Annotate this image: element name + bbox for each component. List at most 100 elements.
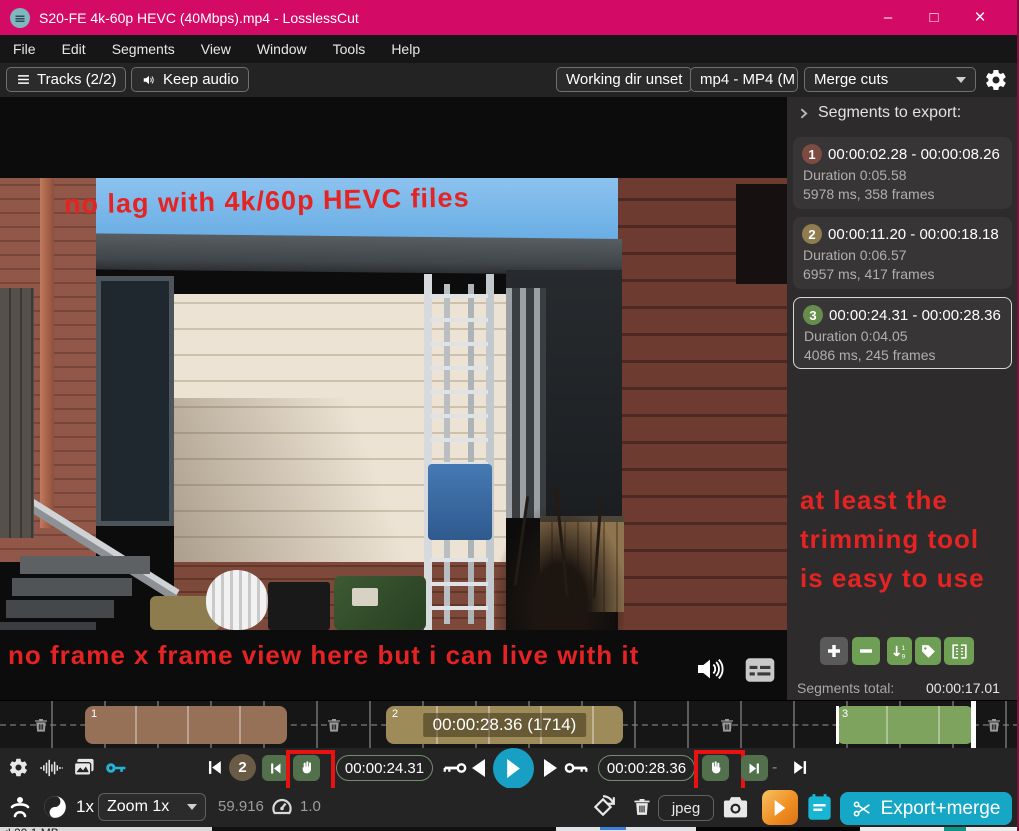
timeline-trash-icon[interactable] bbox=[326, 716, 342, 734]
playhead[interactable] bbox=[971, 701, 976, 749]
chevron-down-icon bbox=[187, 804, 197, 810]
jump-cut-start-button[interactable] bbox=[262, 755, 289, 781]
timeline-trash-icon[interactable] bbox=[33, 716, 49, 734]
segment-counter-badge[interactable]: 2 bbox=[229, 754, 256, 781]
tracks-button[interactable]: Tracks (2/2) bbox=[6, 67, 127, 92]
scissors-icon bbox=[853, 800, 870, 817]
keep-audio-label: Keep audio bbox=[163, 71, 239, 88]
key-right-icon[interactable] bbox=[564, 760, 590, 776]
label-segment-button[interactable] bbox=[915, 637, 941, 665]
speaker-icon bbox=[141, 73, 157, 87]
menu-edit[interactable]: Edit bbox=[49, 41, 99, 57]
minimize-button[interactable]: – bbox=[865, 0, 911, 35]
working-dir-label: Working dir unset bbox=[566, 71, 683, 88]
video-overlay-bottom-text: no frame x frame view here but i can liv… bbox=[8, 640, 640, 670]
segment-duration: Duration 0:05.58 bbox=[803, 167, 907, 183]
close-button[interactable]: × bbox=[957, 0, 1003, 35]
desktop-fragment bbox=[556, 827, 696, 831]
segments-header[interactable]: Segments to export: bbox=[797, 104, 961, 122]
camera-icon[interactable] bbox=[722, 795, 749, 819]
capture-format-button[interactable]: jpeg bbox=[658, 795, 714, 821]
rotate-icon[interactable] bbox=[590, 794, 616, 820]
bottom-toolbar: 1x Zoom 1x 59.916 1.0 jpeg Export+merge bbox=[0, 788, 1017, 827]
step-forward-icon[interactable] bbox=[543, 759, 557, 777]
menu-tools[interactable]: Tools bbox=[320, 41, 379, 57]
minus-icon bbox=[860, 649, 872, 653]
add-segment-button[interactable] bbox=[820, 637, 848, 665]
timeline-settings-gear-icon[interactable] bbox=[8, 757, 29, 778]
waveform-icon[interactable] bbox=[38, 759, 64, 777]
window-title: S20-FE 4k-60p HEVC (40Mbps).mp4 - Lossle… bbox=[39, 9, 359, 26]
tracks-label: Tracks (2/2) bbox=[37, 71, 117, 88]
scene-left-fence bbox=[0, 288, 34, 538]
person-icon[interactable] bbox=[8, 795, 32, 819]
invert-segments-button[interactable] bbox=[944, 637, 974, 665]
svg-text:1: 1 bbox=[902, 645, 906, 652]
step-back-icon[interactable] bbox=[472, 759, 486, 777]
segment-card-2[interactable]: 2 00:00:11.20 - 00:00:18.18 Duration 0:0… bbox=[793, 217, 1012, 289]
merge-mode-select[interactable]: Merge cuts bbox=[804, 67, 976, 92]
sidebar-note-line1: at least the bbox=[800, 485, 948, 515]
losslesscut-window: S20-FE 4k-60p HEVC (40Mbps).mp4 - Lossle… bbox=[0, 0, 1019, 831]
jump-cut-end-button[interactable] bbox=[741, 755, 768, 781]
menu-window[interactable]: Window bbox=[244, 41, 320, 57]
scene-soil-bags bbox=[334, 576, 426, 630]
output-format-value: mp4 - MP4 (M bbox=[700, 71, 796, 88]
yin-yang-icon[interactable] bbox=[42, 794, 68, 820]
timeline-segment-3[interactable]: 3 bbox=[836, 706, 974, 744]
speedometer-icon[interactable] bbox=[270, 795, 294, 819]
menu-segments[interactable]: Segments bbox=[99, 41, 188, 57]
segment-detail: 5978 ms, 358 frames bbox=[803, 186, 935, 202]
menu-view[interactable]: View bbox=[188, 41, 244, 57]
calendar-notes-icon[interactable] bbox=[806, 793, 833, 822]
zoom-select[interactable]: Zoom 1x bbox=[98, 793, 206, 821]
timeline-trash-icon[interactable] bbox=[986, 716, 1002, 734]
subtitles-icon[interactable] bbox=[744, 657, 776, 683]
settings-gear-icon[interactable] bbox=[984, 68, 1008, 92]
scene-vent bbox=[736, 184, 787, 284]
maximize-button[interactable]: □ bbox=[911, 0, 957, 35]
menu-help[interactable]: Help bbox=[378, 41, 433, 57]
working-dir-button[interactable]: Working dir unset bbox=[556, 67, 693, 92]
thumbnails-icon[interactable] bbox=[72, 757, 96, 778]
segments-sidebar: Segments to export: 1 00:00:02.28 - 00:0… bbox=[787, 97, 1017, 700]
split-segments-icon bbox=[951, 643, 967, 659]
segment-card-1[interactable]: 1 00:00:02.28 - 00:00:08.26 Duration 0:0… bbox=[793, 137, 1012, 209]
timeline-segment-label: 1 bbox=[91, 708, 98, 720]
output-format-select[interactable]: mp4 - MP4 (M bbox=[690, 67, 798, 92]
volume-icon[interactable] bbox=[692, 653, 728, 685]
plus-icon bbox=[828, 645, 840, 657]
segment-start-handle[interactable] bbox=[836, 706, 839, 744]
title-bar: S20-FE 4k-60p HEVC (40Mbps).mp4 - Lossle… bbox=[0, 0, 1017, 35]
timeline-segment-1[interactable]: 1 bbox=[85, 706, 287, 744]
timeline-segment-2[interactable]: 2 00:00:28.36 (1714) bbox=[386, 706, 623, 744]
media-player-icon[interactable] bbox=[762, 790, 798, 825]
segment-card-3-selected[interactable]: 3 00:00:24.31 - 00:00:28.36 Duration 0:0… bbox=[793, 297, 1012, 369]
segment-duration: Duration 0:04.05 bbox=[804, 328, 908, 344]
timeline[interactable]: 1 2 00:00:28.36 (1714) 3 bbox=[0, 700, 1017, 749]
play-button[interactable] bbox=[493, 748, 534, 789]
desktop-fragment bbox=[944, 827, 966, 831]
cut-end-time-input[interactable]: 00:00:28.36 bbox=[598, 755, 695, 781]
top-toolbar: Tracks (2/2) Keep audio Working dir unse… bbox=[0, 63, 1017, 97]
transport-bar: 2 00:00:24.31 00:00:28.36 - bbox=[0, 748, 1017, 795]
timeline-segment-label: 3 bbox=[842, 708, 849, 720]
cut-start-time-input[interactable]: 00:00:24.31 bbox=[336, 755, 433, 781]
play-icon bbox=[507, 759, 520, 778]
keyframe-key-icon[interactable] bbox=[104, 758, 128, 778]
sort-segments-button[interactable]: 19 bbox=[887, 637, 912, 665]
jump-file-start-icon[interactable] bbox=[205, 758, 224, 777]
scene-poles bbox=[506, 288, 546, 518]
remove-segment-button[interactable] bbox=[852, 637, 880, 665]
keep-audio-button[interactable]: Keep audio bbox=[131, 67, 249, 92]
jump-file-end-icon[interactable] bbox=[791, 758, 810, 777]
video-frame[interactable]: no lag with 4k/60p HEVC files bbox=[0, 178, 787, 630]
desktop-fragment bbox=[600, 827, 626, 830]
current-time-chip: 00:00:28.36 (1714) bbox=[422, 713, 587, 737]
key-left-icon[interactable] bbox=[441, 760, 467, 776]
tag-icon bbox=[921, 644, 935, 658]
timeline-trash-icon[interactable] bbox=[719, 716, 735, 734]
discard-trash-icon[interactable] bbox=[632, 795, 652, 818]
export-merge-button[interactable]: Export+merge bbox=[840, 792, 1012, 825]
menu-file[interactable]: File bbox=[0, 41, 49, 57]
